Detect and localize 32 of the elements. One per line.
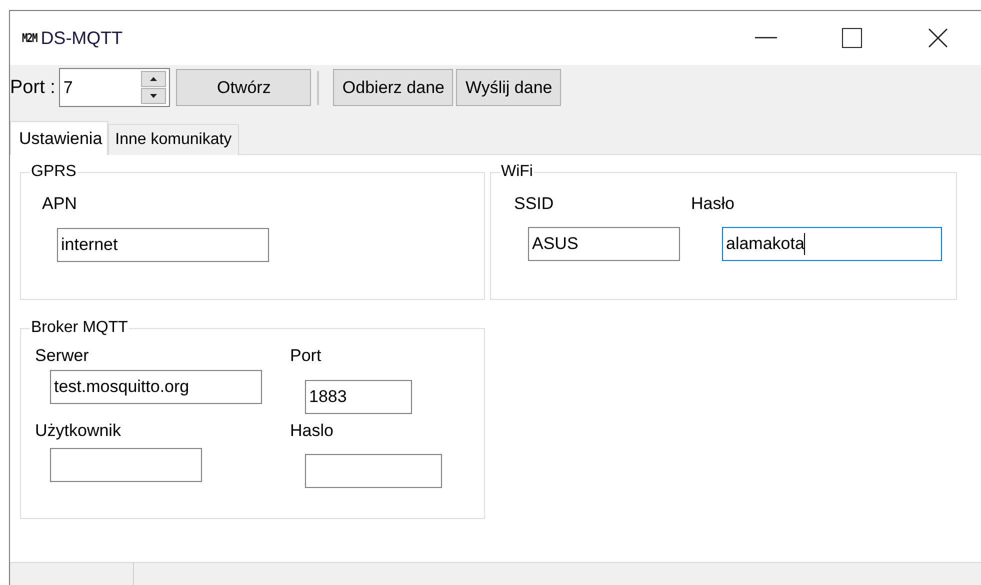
tab[interactable]: Ustawienia <box>10 121 108 155</box>
input-field[interactable]: alamakota <box>722 227 942 261</box>
toolbar-button[interactable]: Otwórz <box>176 69 312 106</box>
maximize-icon <box>842 28 862 48</box>
field-label: Haslo <box>290 420 334 442</box>
down-triangle-icon <box>150 94 158 98</box>
input-field[interactable]: test.mosquitto.org <box>50 370 262 404</box>
field-label: Użytkownik <box>35 420 122 442</box>
input-field[interactable]: internet <box>57 228 269 262</box>
field-label: Port <box>290 345 322 367</box>
input-field[interactable]: ASUS <box>528 227 680 261</box>
app-logo: M2M <box>22 31 37 45</box>
field-label: SSID <box>514 193 555 215</box>
minimize-icon <box>755 37 777 39</box>
port-spinner[interactable]: 7 <box>59 68 170 107</box>
input-field[interactable]: 1883 <box>305 380 412 414</box>
text-cursor <box>804 233 806 255</box>
tab[interactable]: Inne komunikaty <box>108 124 239 155</box>
toolbar-button[interactable]: Odbierz dane <box>333 69 454 106</box>
close-icon <box>928 28 948 48</box>
input-field[interactable] <box>50 448 202 482</box>
input-field[interactable] <box>305 454 442 488</box>
up-triangle-icon <box>150 77 158 81</box>
spin-down-button[interactable] <box>141 88 166 104</box>
field-label: APN <box>42 193 78 215</box>
field-label: Serwer <box>35 345 90 367</box>
field-label: Hasło <box>691 193 736 215</box>
window-title: DS-MQTT <box>40 28 123 48</box>
port-label: Port : <box>10 76 56 98</box>
group-title: Broker MQTT <box>30 319 129 337</box>
toolbar-button[interactable]: Wyślij dane <box>456 69 562 106</box>
spin-up-button[interactable] <box>141 71 166 87</box>
